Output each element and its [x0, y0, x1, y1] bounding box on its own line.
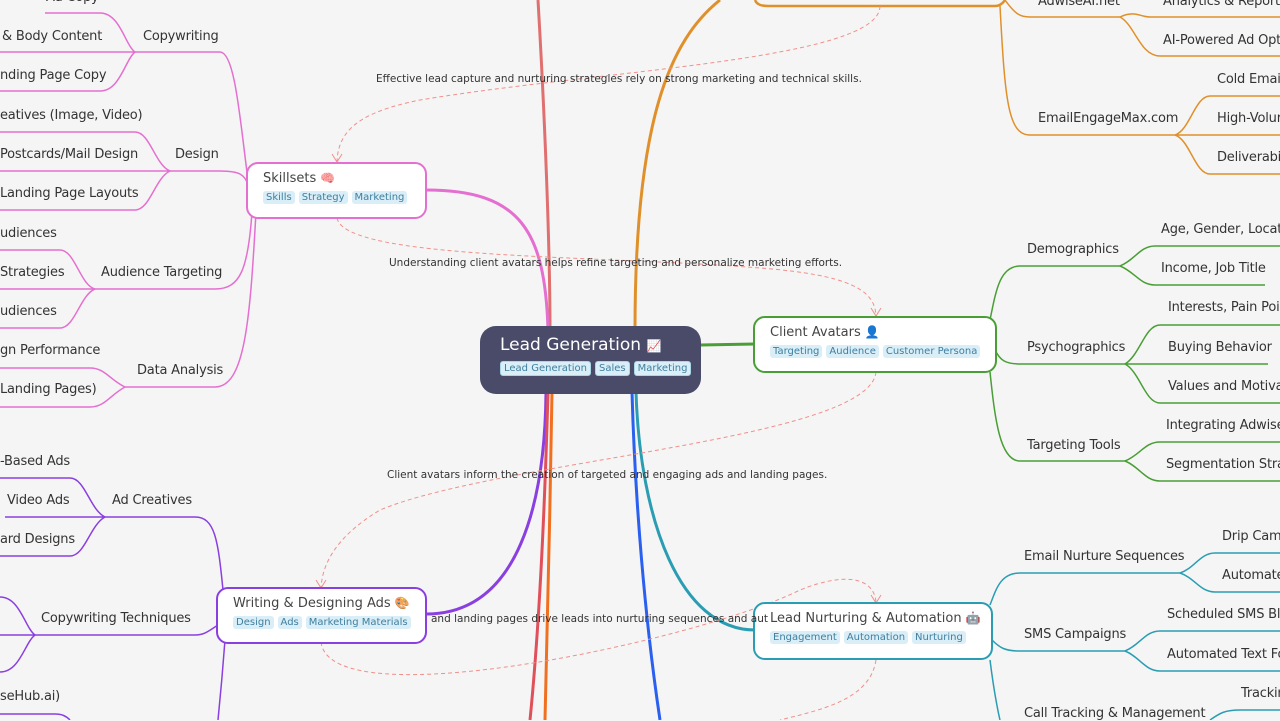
- robot-icon: 🤖: [965, 611, 981, 625]
- leaf-label[interactable]: High-Volur: [1217, 111, 1280, 126]
- relation-label: Effective lead capture and nurturing str…: [376, 73, 862, 85]
- node-client-avatars[interactable]: Client Avatars 👤 Targeting Audience Cust…: [753, 316, 997, 373]
- tag: Engagement: [770, 631, 840, 644]
- tag: Skills: [263, 191, 295, 204]
- leaf-label[interactable]: Deliverabil: [1217, 150, 1280, 165]
- tag: Customer Persona: [882, 345, 981, 358]
- leaf-label[interactable]: Postcards/Mail Design: [0, 147, 138, 162]
- relation-curve-5: [779, 659, 877, 720]
- tag: Ads: [277, 616, 302, 629]
- node-title: Writing & Designing Ads: [233, 596, 391, 611]
- node-title: Lead Nurturing & Automation: [770, 611, 962, 626]
- leaf-label[interactable]: Scheduled SMS Bla: [1167, 607, 1280, 622]
- branch-label[interactable]: Call Tracking & Management: [1024, 706, 1206, 721]
- trunk-client-avatars: [699, 342, 756, 347]
- branch-label[interactable]: EmailEngageMax.com: [1038, 111, 1178, 126]
- leaf-label[interactable]: Landing Page Layouts: [0, 186, 139, 201]
- leaf-label[interactable]: Video Ads: [7, 493, 70, 508]
- leaf-label[interactable]: Automated Text Fol: [1167, 647, 1280, 662]
- leaf-label[interactable]: gn Performance: [0, 343, 100, 358]
- node-lead-nurturing[interactable]: Lead Nurturing & Automation 🤖 Engagement…: [753, 602, 993, 660]
- trunk-blue-down: [630, 391, 662, 720]
- tag: Design: [233, 616, 274, 629]
- tag: Nurturing: [912, 631, 966, 644]
- branch-label[interactable]: Ad Creatives: [112, 493, 192, 508]
- branch-label[interactable]: Psychographics: [1027, 340, 1125, 355]
- leaf-label[interactable]: Analytics & Reportin: [1163, 0, 1280, 9]
- branch-label[interactable]: SMS Campaigns: [1024, 627, 1126, 642]
- branch-label[interactable]: Email Nurture Sequences: [1024, 549, 1185, 564]
- node-title: Skillsets: [263, 171, 317, 186]
- tag: Lead Generation: [500, 361, 591, 376]
- tag: Marketing Materials: [305, 616, 411, 629]
- brain-icon: 🧠: [320, 171, 336, 185]
- leaf-label[interactable]: Strategies: [0, 265, 65, 280]
- trunk-lead-nurturing: [634, 391, 756, 632]
- tag: Audience: [826, 345, 879, 358]
- branch-label[interactable]: Design: [175, 147, 219, 162]
- root-title: Lead Generation: [500, 335, 642, 355]
- leaf-label[interactable]: Trackin: [1241, 686, 1280, 701]
- node-writing-designing-ads[interactable]: Writing & Designing Ads 🎨 Design Ads Mar…: [216, 587, 427, 644]
- leaf-label[interactable]: Integrating Adwise/: [1166, 418, 1280, 433]
- branch-label[interactable]: Targeting Tools: [1027, 438, 1121, 453]
- leaf-label[interactable]: -Based Ads: [0, 454, 70, 469]
- leaf-label[interactable]: Cold Email: [1217, 72, 1280, 87]
- leaf-label[interactable]: AI-Powered Ad Opti: [1163, 33, 1280, 48]
- leaf-label[interactable]: nding Page Copy: [0, 68, 107, 83]
- leaf-label[interactable]: Buying Behavior: [1168, 340, 1272, 355]
- tag: Marketing: [351, 191, 408, 204]
- leaf-label[interactable]: Drip Camp: [1222, 529, 1280, 544]
- leaf-label[interactable]: Interests, Pain Poin: [1168, 300, 1280, 315]
- node-skillsets[interactable]: Skillsets 🧠 Skills Strategy Marketing: [246, 162, 427, 219]
- branch-label[interactable]: Copywriting Techniques: [41, 611, 191, 626]
- leaf-label[interactable]: eatives (Image, Video): [0, 108, 143, 123]
- tools-node-edge: [753, 0, 1007, 8]
- tag: Targeting: [770, 345, 823, 358]
- leaf-label[interactable]: Income, Job Title: [1161, 261, 1266, 276]
- node-title: Client Avatars: [770, 325, 861, 340]
- branch-label[interactable]: Data Analysis: [137, 363, 223, 378]
- relation-label: Understanding client avatars helps refin…: [389, 257, 843, 269]
- palette-icon: 🎨: [394, 596, 410, 610]
- trunk-writing-ads: [425, 391, 548, 616]
- trunk-tools: [633, 0, 721, 331]
- branch-label[interactable]: Copywriting: [143, 29, 219, 44]
- tag: Automation: [843, 631, 909, 644]
- branch-label[interactable]: AdwiseAI.net: [1038, 0, 1120, 9]
- leaf-label[interactable]: Automate: [1222, 568, 1280, 583]
- branch-label[interactable]: Audience Targeting: [101, 265, 222, 280]
- root-node[interactable]: Lead Generation 📈 Lead Generation Sales …: [480, 326, 701, 394]
- relation-label: and landing pages drive leads into nurtu…: [431, 613, 769, 625]
- leaf-label[interactable]: udiences: [0, 226, 57, 241]
- tag: Strategy: [298, 191, 348, 204]
- leaf-label[interactable]: seHub.ai): [0, 689, 60, 704]
- leaf-label[interactable]: ard Designs: [0, 532, 75, 547]
- leaf-label[interactable]: udiences: [0, 304, 57, 319]
- leaf-label[interactable]: Segmentation Strat: [1166, 457, 1280, 472]
- leaf-label[interactable]: Age, Gender, Locatio: [1161, 222, 1280, 237]
- branch-label[interactable]: Demographics: [1027, 242, 1119, 257]
- chart-increasing-icon: 📈: [646, 339, 662, 353]
- tag: Sales: [595, 361, 630, 376]
- leaf-label[interactable]: & Body Content: [2, 29, 102, 44]
- tag: Marketing: [633, 361, 692, 376]
- leaf-label[interactable]: Values and Motivat: [1168, 379, 1280, 394]
- person-icon: 👤: [864, 325, 880, 339]
- leaf-label[interactable]: Ad Copy: [46, 0, 99, 5]
- relation-label: Client avatars inform the creation of ta…: [387, 469, 828, 481]
- leaf-label[interactable]: Landing Pages): [0, 382, 97, 397]
